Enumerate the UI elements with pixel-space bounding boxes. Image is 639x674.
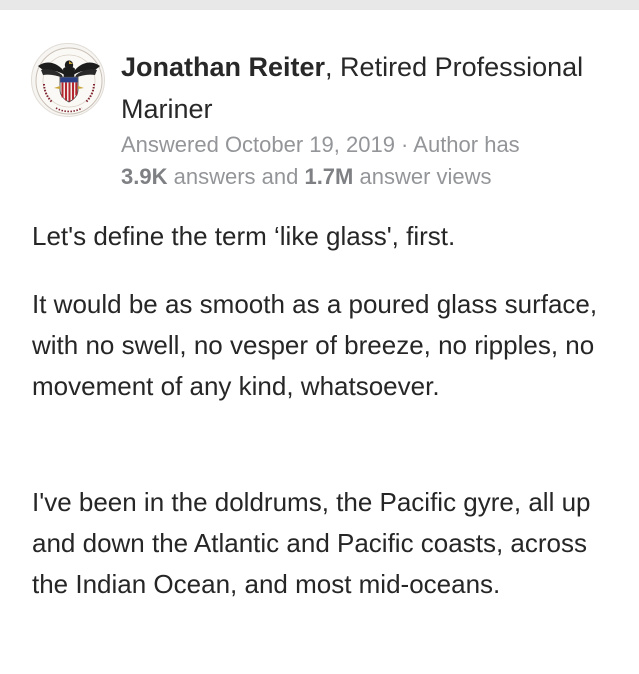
answer-meta: Answered October 19, 2019 · Author has 3…: [121, 129, 621, 193]
answer-paragraph: Let's define the term ‘like glass', firs…: [32, 221, 456, 251]
views-count: 1.7M: [304, 164, 354, 189]
top-divider-strip: [0, 0, 639, 10]
merchant-marine-seal-icon: [35, 47, 103, 115]
author-header: Jonathan Reiter, Retired Professional Ma…: [121, 46, 621, 130]
answers-count: 3.9K: [121, 164, 168, 189]
author-avatar[interactable]: [31, 43, 105, 117]
answered-date[interactable]: Answered October 19, 2019 · Author has: [121, 132, 520, 157]
views-label: answer views: [353, 164, 492, 189]
answer-card: Jonathan Reiter, Retired Professional Ma…: [0, 10, 639, 674]
author-name-link[interactable]: Jonathan Reiter: [121, 52, 325, 82]
answer-paragraph: It would be as smooth as a poured glass …: [32, 289, 598, 401]
answer-paragraph: I've been in the doldrums, the Pacific g…: [32, 487, 591, 599]
answers-label: answers and: [167, 164, 305, 189]
